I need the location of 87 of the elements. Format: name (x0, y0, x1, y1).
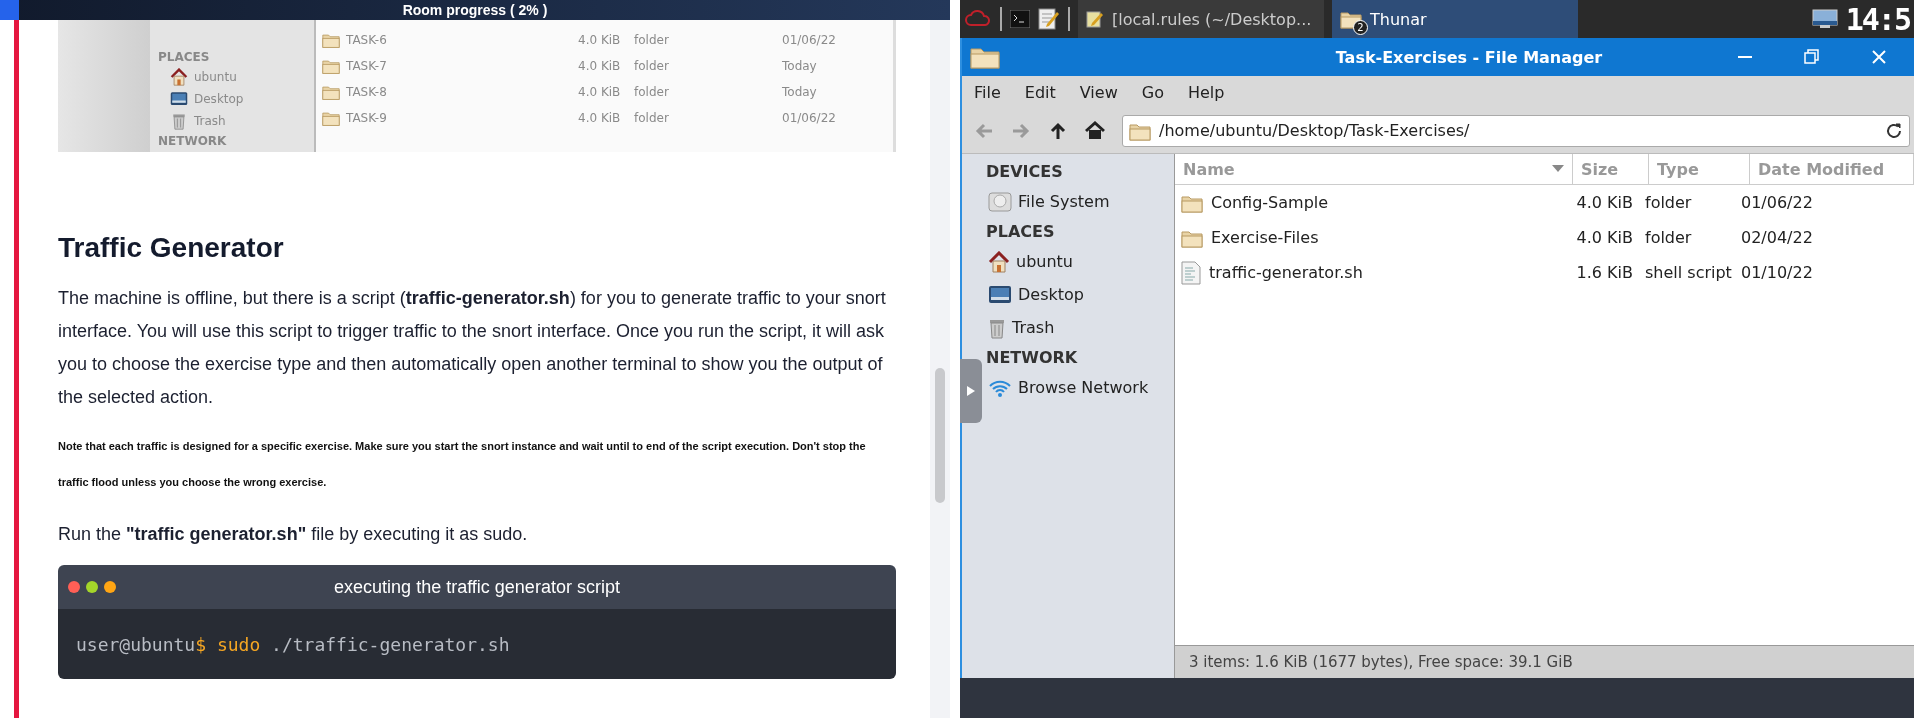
notepad-icon (1038, 7, 1060, 31)
file-size: 4.0 KiB (578, 33, 622, 47)
menu-item[interactable]: Help (1187, 82, 1225, 102)
sidebar-item[interactable]: File System (986, 185, 1174, 218)
file-date: 01/06/22 (1740, 193, 1814, 212)
file-type: folder (1644, 228, 1693, 247)
taskbar-button[interactable]: [local.rules (~/Desktop... (1078, 0, 1324, 38)
section-heading: Traffic Generator (58, 232, 285, 264)
file-type: folder (634, 111, 670, 125)
notepad-icon (1086, 10, 1104, 28)
file-size: 1.6 KiB (1575, 263, 1634, 282)
file-type: folder (634, 59, 670, 73)
file-size: 4.0 KiB (578, 85, 622, 99)
place-label: ubuntu (194, 70, 237, 84)
sidebar-item[interactable]: ubuntu (986, 245, 1174, 278)
house-icon (170, 68, 188, 86)
file-date: Today (782, 59, 817, 73)
folder-icon (322, 31, 340, 49)
terminal-icon (1010, 10, 1030, 28)
section-heading: DEVICES (986, 161, 1064, 183)
side-panel-handle[interactable] (960, 359, 982, 423)
file-size: 4.0 KiB (1575, 193, 1634, 212)
file-name: TASK-8 (346, 85, 388, 99)
file-name: Config-Sample (1211, 193, 1329, 212)
file-date: 01/06/22 (782, 111, 836, 125)
file-size: 4.0 KiB (1575, 228, 1634, 247)
menu-item[interactable]: File (974, 82, 1001, 102)
folder-icon (970, 45, 1000, 69)
file-size: 4.0 KiB (578, 111, 622, 125)
file-date: 01/06/22 (782, 33, 836, 47)
window-dots-icon (68, 581, 116, 593)
menu-item[interactable]: View (1079, 82, 1118, 102)
play-icon (967, 386, 975, 396)
file-name: TASK-9 (346, 111, 388, 125)
file-name: Exercise-Files (1211, 228, 1319, 247)
scrollbar-thumb[interactable] (935, 368, 945, 503)
file-type: folder (634, 85, 670, 99)
section-heading: NETWORK (986, 347, 1079, 369)
sort-caret-icon (1552, 165, 1564, 173)
clock: 14:5 (1845, 1, 1910, 37)
file-date: 01/10/22 (1740, 263, 1814, 282)
monitor-icon (988, 284, 1012, 305)
file-size: 4.0 KiB (578, 59, 622, 73)
home-icon[interactable] (1085, 120, 1105, 141)
folder-icon (1340, 9, 1362, 29)
file-name: TASK-7 (346, 59, 388, 73)
document-icon (1181, 260, 1201, 285)
sidebar-item[interactable]: Browse Network (986, 371, 1174, 404)
file-date: Today (782, 85, 817, 99)
place-label: Trash (194, 114, 226, 128)
file-name: TASK-6 (346, 33, 388, 47)
section-heading: NETWORK (158, 134, 228, 148)
place-label: Desktop (194, 92, 244, 106)
sidebar-item[interactable]: Trash (986, 311, 1174, 344)
section-heading: PLACES (158, 50, 211, 64)
menu-item[interactable]: Go (1141, 82, 1164, 102)
section-heading: PLACES (986, 221, 1056, 243)
close-icon[interactable] (1872, 50, 1886, 64)
up-arrow-icon[interactable] (1048, 120, 1068, 141)
file-type: shell script (1644, 263, 1733, 282)
drive-icon (988, 190, 1012, 213)
file-type: folder (634, 33, 670, 47)
code-title: executing the traffic generator script (334, 576, 620, 598)
file-date: 02/04/22 (1740, 228, 1814, 247)
progress-label: Room progress ( 2% ) (402, 2, 548, 18)
code-line: user@ubuntu$ sudo ./traffic-generator.sh (76, 633, 510, 655)
trash-icon (170, 112, 188, 130)
folder-icon (322, 57, 340, 75)
taskbar-button[interactable]: 2 Thunar (1332, 0, 1578, 38)
status-bar: 3 items: 1.6 KiB (1677 bytes), Free space: 39.1 GiB (1175, 645, 1914, 678)
house-icon (988, 250, 1010, 273)
reload-icon (1885, 121, 1903, 140)
count-badge: 2 (1353, 20, 1368, 35)
folder-icon (322, 109, 340, 127)
paragraph: The machine is offline, but there is a script (traffic-generator.sh) for you to generate traffic to your snort interface. You will use this script to trigger traffic to the snort interface. Once you run the script, it will ask you to choose the exercise type and then automatically open another terminal to show you the output of the selected action. (58, 287, 887, 409)
file-type: folder (1644, 193, 1693, 212)
monitor-icon (1811, 9, 1838, 29)
menu-item[interactable]: Edit (1024, 82, 1056, 102)
file-name: traffic-generator.sh (1209, 263, 1363, 282)
window-title: Task-Exercises - File Manager (1334, 47, 1604, 67)
instruction-text: Run the "traffic generator.sh" file by executing it as sudo. (58, 523, 529, 546)
note-text: Note that each traffic is designed for a specific exercise. Make sure you start the snort instance and wait until to end of the script execution. Don't stop the traffic flood unless you choose the wrong exercise. (58, 439, 867, 490)
sidebar-item[interactable]: Desktop (986, 278, 1174, 311)
location-field[interactable]: /home/ubuntu/Desktop/Task-Exercises/ (1122, 114, 1910, 147)
restore-icon (1804, 49, 1820, 65)
folder-icon (322, 83, 340, 101)
monitor-icon (170, 90, 188, 108)
